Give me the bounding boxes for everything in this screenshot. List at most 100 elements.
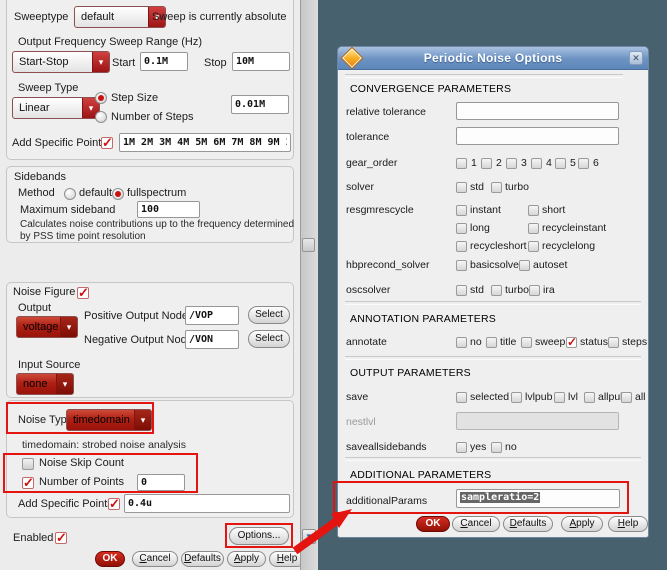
method-default-radio[interactable] [64, 188, 76, 200]
positive-node-input[interactable] [185, 306, 239, 325]
gear-5-checkbox[interactable] [555, 158, 566, 169]
number-of-steps-label: Number of Steps [111, 111, 194, 123]
negative-node-label: Negative Output Node [84, 334, 193, 346]
chevron-down-icon[interactable]: ▾ [56, 374, 73, 394]
gear-2-checkbox[interactable] [481, 158, 492, 169]
sasb-no-checkbox[interactable] [491, 442, 502, 453]
sweep-type-label: Sweep Type [18, 82, 78, 94]
sasb-no-label: no [505, 441, 517, 453]
resgm-short-checkbox[interactable] [528, 205, 539, 216]
save-lvlpub-checkbox[interactable] [511, 392, 522, 403]
hb-autoset-checkbox[interactable] [519, 260, 530, 271]
hb-basicsolver-checkbox[interactable] [456, 260, 467, 271]
start-input[interactable] [140, 52, 188, 71]
noise-figure-checkbox[interactable] [77, 287, 89, 299]
save-allpub-checkbox[interactable] [584, 392, 595, 403]
input-source-dropdown[interactable]: none ▾ [16, 373, 74, 395]
step-size-input[interactable] [231, 95, 289, 114]
solver-std-checkbox[interactable] [456, 182, 467, 193]
save-selected-checkbox[interactable] [456, 392, 467, 403]
negative-node-input[interactable] [185, 330, 239, 349]
dialog-defaults-button[interactable]: Defaults [503, 516, 553, 532]
start-label: Start [112, 57, 135, 69]
reltol-input[interactable] [456, 102, 619, 120]
save-label: save [346, 391, 368, 403]
annotate-title-checkbox[interactable] [486, 337, 497, 348]
annotate-status-checkbox[interactable] [566, 337, 577, 348]
sweep-note: Sweep is currently absolute [152, 11, 287, 23]
annotate-no-checkbox[interactable] [456, 337, 467, 348]
annotation-box-points [3, 453, 198, 493]
add-points-input[interactable] [119, 133, 291, 152]
save-lvl-checkbox[interactable] [554, 392, 565, 403]
dialog-apply-button[interactable]: Apply [561, 516, 603, 532]
max-sideband-input[interactable] [137, 201, 200, 218]
range-mode-dropdown[interactable]: Start-Stop ▾ [12, 51, 110, 73]
osc-std-checkbox[interactable] [456, 285, 467, 296]
sasb-yes-label: yes [470, 441, 486, 453]
dialog-cancel-button[interactable]: Cancel [452, 516, 500, 532]
enabled-label: Enabled [13, 532, 53, 544]
resgm-recycleshort-checkbox[interactable] [456, 241, 467, 252]
defaults-button[interactable]: Defaults [181, 551, 224, 567]
positive-node-label: Positive Output Node [84, 310, 188, 322]
sasb-yes-checkbox[interactable] [456, 442, 467, 453]
apply-button[interactable]: Apply [227, 551, 266, 567]
sweeptype-label: Sweeptype [14, 11, 68, 23]
ok-button[interactable]: OK [95, 551, 125, 567]
scrollbar-track[interactable] [300, 0, 318, 570]
output-dropdown[interactable]: voltage ▾ [16, 316, 78, 338]
add-points-checkbox[interactable] [101, 137, 113, 149]
gear-1-checkbox[interactable] [456, 158, 467, 169]
resgm-long-label: long [470, 222, 490, 234]
resgm-label: resgmrescycle [346, 204, 414, 216]
resgm-recycleinstant-checkbox[interactable] [528, 223, 539, 234]
noise-add-points-input[interactable] [124, 494, 290, 513]
resgm-recyclelong-label: recyclelong [542, 240, 595, 252]
chevron-down-icon[interactable]: ▾ [60, 317, 77, 337]
noise-add-points-checkbox[interactable] [108, 498, 120, 510]
gear-5-label: 5 [570, 157, 576, 169]
enabled-checkbox[interactable] [55, 532, 67, 544]
gear-4-checkbox[interactable] [531, 158, 542, 169]
nestlvl-input [456, 412, 619, 430]
dialog-help-button[interactable]: Help [608, 516, 648, 532]
tolerance-input[interactable] [456, 127, 619, 145]
annotate-title-label: title [500, 336, 516, 348]
step-size-radio[interactable] [95, 92, 107, 104]
save-all-checkbox[interactable] [621, 392, 632, 403]
annotate-no-label: no [470, 336, 482, 348]
dialog-titlebar[interactable]: Periodic Noise Options ✕ [338, 47, 648, 70]
save-lvl-label: lvl [568, 391, 578, 403]
range-title: Output Frequency Sweep Range (Hz) [18, 36, 202, 48]
chevron-down-icon[interactable]: ▾ [92, 52, 109, 72]
stop-label: Stop [204, 57, 227, 69]
osc-ira-checkbox[interactable] [529, 285, 540, 296]
dialog-ok-button[interactable]: OK [416, 516, 450, 532]
annotate-sweep-checkbox[interactable] [521, 337, 532, 348]
resgm-recyclelong-checkbox[interactable] [528, 241, 539, 252]
sweep-type-dropdown[interactable]: Linear ▾ [12, 97, 100, 119]
positive-select-button[interactable]: Select [248, 306, 290, 324]
resgm-instant-checkbox[interactable] [456, 205, 467, 216]
osc-turbo-label: turbo [505, 284, 529, 296]
number-of-steps-radio[interactable] [95, 111, 107, 123]
negative-select-button[interactable]: Select [248, 330, 290, 348]
hb-basicsolver-label: basicsolver [470, 259, 523, 271]
scrollbar-thumb[interactable] [302, 238, 315, 252]
noise-add-points-label: Add Specific Points [18, 498, 113, 510]
gear-3-checkbox[interactable] [506, 158, 517, 169]
annotate-steps-checkbox[interactable] [608, 337, 619, 348]
cancel-button[interactable]: Cancel [132, 551, 178, 567]
gear-6-checkbox[interactable] [578, 158, 589, 169]
osc-turbo-checkbox[interactable] [491, 285, 502, 296]
close-icon[interactable]: ✕ [629, 51, 643, 65]
method-fullspectrum-radio[interactable] [112, 188, 124, 200]
resgm-long-checkbox[interactable] [456, 223, 467, 234]
section-divider [345, 301, 641, 305]
stop-input[interactable] [232, 52, 290, 71]
sidebands-note-line2: by PSS time point resolution [20, 231, 146, 242]
method-fullspectrum-label: fullspectrum [127, 187, 186, 199]
solver-turbo-checkbox[interactable] [491, 182, 502, 193]
output-label: Output [18, 302, 51, 314]
